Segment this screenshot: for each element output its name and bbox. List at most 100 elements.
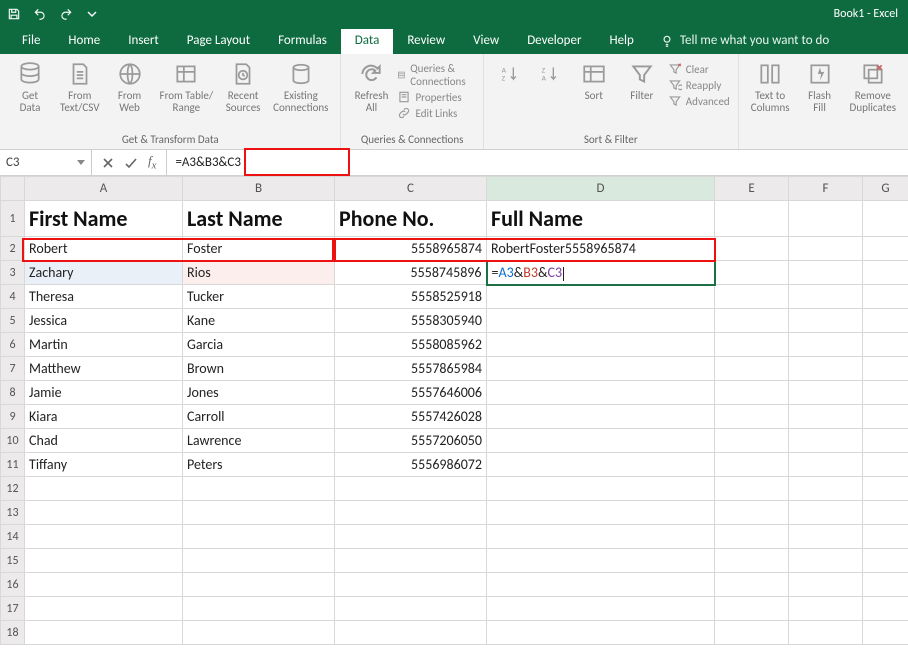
row-header[interactable]: 12 (1, 477, 25, 501)
reapply-filter-item[interactable]: Reapply (668, 78, 730, 92)
cell-C1[interactable]: Phone No. (335, 201, 487, 237)
cell-B18[interactable] (183, 621, 335, 645)
from-web-button[interactable]: From Web (108, 58, 152, 116)
cell-B8[interactable]: Jones (183, 381, 335, 405)
cell-B6[interactable]: Garcia (183, 333, 335, 357)
cell-A2[interactable]: Robert (25, 237, 183, 261)
cell-C4[interactable]: 5558525918 (335, 285, 487, 309)
cell-F6[interactable] (789, 333, 863, 357)
cell-F15[interactable] (789, 549, 863, 573)
tab-view[interactable]: View (459, 29, 513, 54)
row-header[interactable]: 5 (1, 309, 25, 333)
cell-G17[interactable] (863, 597, 908, 621)
cell-D15[interactable] (487, 549, 715, 573)
cell-A1[interactable]: First Name (25, 201, 183, 237)
cell-B16[interactable] (183, 573, 335, 597)
cell-F5[interactable] (789, 309, 863, 333)
advanced-filter-item[interactable]: Advanced (668, 94, 730, 108)
row-header[interactable]: 4 (1, 285, 25, 309)
cell-G10[interactable] (863, 429, 908, 453)
clear-filter-item[interactable]: Clear (668, 62, 730, 76)
cell-C6[interactable]: 5558085962 (335, 333, 487, 357)
cell-B5[interactable]: Kane (183, 309, 335, 333)
cell-C18[interactable] (335, 621, 487, 645)
flash-fill-button[interactable]: Flash Fill (798, 58, 842, 116)
row-header[interactable]: 8 (1, 381, 25, 405)
cell-A14[interactable] (25, 525, 183, 549)
edit-links-item[interactable]: Edit Links (397, 106, 474, 120)
cell-F17[interactable] (789, 597, 863, 621)
cell-B9[interactable]: Carroll (183, 405, 335, 429)
row-header[interactable]: 3 (1, 261, 25, 285)
cell-G14[interactable] (863, 525, 908, 549)
cell-B12[interactable] (183, 477, 335, 501)
cell-C5[interactable]: 5558305940 (335, 309, 487, 333)
remove-duplicates-button[interactable]: Remove Duplicates (846, 58, 900, 116)
tab-file[interactable]: File (8, 29, 54, 54)
properties-item[interactable]: Properties (397, 90, 474, 104)
text-to-columns-button[interactable]: Text to Columns (747, 58, 794, 116)
cancel-formula-icon[interactable] (102, 157, 114, 169)
row-header[interactable]: 2 (1, 237, 25, 261)
cell-B3[interactable]: Rios (183, 261, 335, 285)
cell-E14[interactable] (715, 525, 789, 549)
sort-asc-button[interactable]: AZ (492, 58, 528, 108)
cell-B1[interactable]: Last Name (183, 201, 335, 237)
col-header-B[interactable]: B (183, 177, 335, 201)
undo-icon[interactable] (32, 6, 48, 22)
cell-D4[interactable] (487, 285, 715, 309)
name-box[interactable]: C3 (0, 150, 92, 175)
existing-connections-button[interactable]: Existing Connections (269, 58, 332, 116)
row-header[interactable]: 1 (1, 201, 25, 237)
cell-D7[interactable] (487, 357, 715, 381)
cell-D2[interactable]: RobertFoster5558965874 (487, 237, 715, 261)
sort-desc-button[interactable]: ZA (532, 58, 568, 108)
cell-A9[interactable]: Kiara (25, 405, 183, 429)
cell-A5[interactable]: Jessica (25, 309, 183, 333)
col-header-F[interactable]: F (789, 177, 863, 201)
cell-D9[interactable] (487, 405, 715, 429)
row-header[interactable]: 14 (1, 525, 25, 549)
cell-A4[interactable]: Theresa (25, 285, 183, 309)
row-header[interactable]: 7 (1, 357, 25, 381)
cell-D17[interactable] (487, 597, 715, 621)
queries-connections-item[interactable]: Queries & Connections (397, 62, 474, 88)
enter-formula-icon[interactable] (124, 157, 138, 169)
cell-F13[interactable] (789, 501, 863, 525)
get-data-button[interactable]: Get Data (8, 58, 52, 116)
cell-E7[interactable] (715, 357, 789, 381)
cell-G9[interactable] (863, 405, 908, 429)
cell-C7[interactable]: 5557865984 (335, 357, 487, 381)
cell-E13[interactable] (715, 501, 789, 525)
tab-insert[interactable]: Insert (114, 29, 173, 54)
cell-B4[interactable]: Tucker (183, 285, 335, 309)
cell-C11[interactable]: 5556986072 (335, 453, 487, 477)
cell-C2[interactable]: 5558965874 (335, 237, 487, 261)
cell-A13[interactable] (25, 501, 183, 525)
cell-F12[interactable] (789, 477, 863, 501)
cell-G5[interactable] (863, 309, 908, 333)
cell-E2[interactable] (715, 237, 789, 261)
col-header-D[interactable]: D (487, 177, 715, 201)
cell-G7[interactable] (863, 357, 908, 381)
cell-G3[interactable] (863, 261, 908, 285)
cell-F2[interactable] (789, 237, 863, 261)
cell-B2[interactable]: Foster (183, 237, 335, 261)
cell-D14[interactable] (487, 525, 715, 549)
select-all-corner[interactable] (1, 177, 25, 201)
cell-E5[interactable] (715, 309, 789, 333)
tab-home[interactable]: Home (54, 29, 114, 54)
cell-G15[interactable] (863, 549, 908, 573)
cell-C17[interactable] (335, 597, 487, 621)
spreadsheet-grid[interactable]: A B C D E F G 1First NameLast NamePhone … (0, 176, 908, 645)
cell-G13[interactable] (863, 501, 908, 525)
cell-E9[interactable] (715, 405, 789, 429)
row-header[interactable]: 10 (1, 429, 25, 453)
cell-D8[interactable] (487, 381, 715, 405)
cell-E6[interactable] (715, 333, 789, 357)
row-header[interactable]: 18 (1, 621, 25, 645)
cell-D18[interactable] (487, 621, 715, 645)
cell-B14[interactable] (183, 525, 335, 549)
cell-F8[interactable] (789, 381, 863, 405)
row-header[interactable]: 15 (1, 549, 25, 573)
